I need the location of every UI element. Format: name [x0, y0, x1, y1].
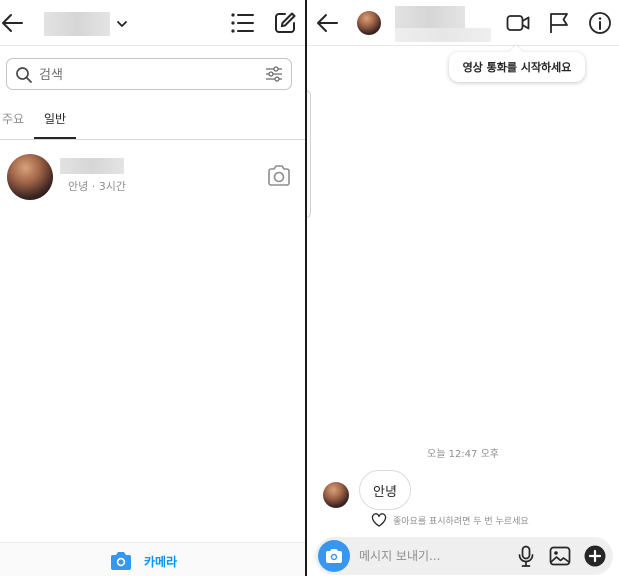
video-call-tooltip: 영상 통화를 시작하세요: [449, 52, 585, 82]
thread-list-item[interactable]: 안녕 · 3시간: [0, 150, 305, 206]
chevron-down-icon: [116, 18, 128, 30]
compose-icon[interactable]: [273, 11, 297, 35]
camera-icon: [326, 549, 342, 563]
account-switcher[interactable]: [44, 12, 128, 36]
mic-icon[interactable]: [516, 545, 536, 567]
inbox-pane: 주요 일반 안녕 · 3시간 카메라: [0, 0, 305, 576]
account-name-redacted: [44, 12, 110, 36]
inbox-tabs: 주요 일반: [0, 104, 305, 140]
avatar[interactable]: [323, 482, 349, 508]
tab-primary[interactable]: 주요: [2, 110, 24, 127]
like-hint: 좋아요를 표시하려면 두 번 누르세요: [371, 513, 529, 527]
side-panel-handle[interactable]: [307, 90, 311, 218]
chat-name-redacted[interactable]: [395, 6, 465, 28]
back-arrow-icon[interactable]: [315, 10, 341, 36]
plus-icon[interactable]: [584, 545, 606, 567]
message-input[interactable]: [359, 546, 499, 566]
camera-bar: 카메라: [0, 542, 305, 576]
flag-icon[interactable]: [548, 11, 570, 35]
back-arrow-icon[interactable]: [0, 10, 26, 36]
message-composer: [315, 537, 613, 575]
camera-button[interactable]: 카메라: [110, 551, 177, 571]
camera-button[interactable]: [318, 540, 350, 572]
search-icon: [15, 66, 33, 84]
message-bubble[interactable]: 안녕: [359, 470, 411, 510]
chat-pane: 영상 통화를 시작하세요 오늘 12:47 오후 안녕 좋아요를 표시하려면 두…: [307, 0, 619, 576]
camera-icon: [111, 552, 131, 570]
list-icon[interactable]: [229, 11, 255, 35]
message-timestamp: 오늘 12:47 오후: [427, 449, 499, 460]
tooltip-text: 영상 통화를 시작하세요: [462, 61, 572, 74]
thread-preview: 안녕 · 3시간: [68, 180, 126, 193]
camera-label: 카메라: [144, 554, 178, 569]
avatar[interactable]: [357, 11, 381, 35]
video-call-icon[interactable]: [506, 12, 530, 34]
heart-icon[interactable]: [371, 513, 387, 527]
like-hint-text: 좋아요를 표시하려면 두 번 누르세요: [393, 516, 529, 527]
thread-name-redacted: [60, 158, 124, 174]
chat-header: [307, 0, 619, 46]
chat-username-redacted: [395, 28, 491, 42]
avatar[interactable]: [7, 154, 53, 200]
camera-icon[interactable]: [266, 164, 292, 188]
filter-icon[interactable]: [265, 65, 283, 83]
gallery-icon[interactable]: [549, 546, 571, 566]
search-bar[interactable]: [6, 58, 292, 90]
active-tab-indicator: [34, 137, 76, 139]
tab-general[interactable]: 일반: [44, 110, 66, 127]
inbox-header: [0, 0, 305, 46]
search-input[interactable]: [39, 65, 259, 85]
info-icon[interactable]: [588, 11, 612, 35]
